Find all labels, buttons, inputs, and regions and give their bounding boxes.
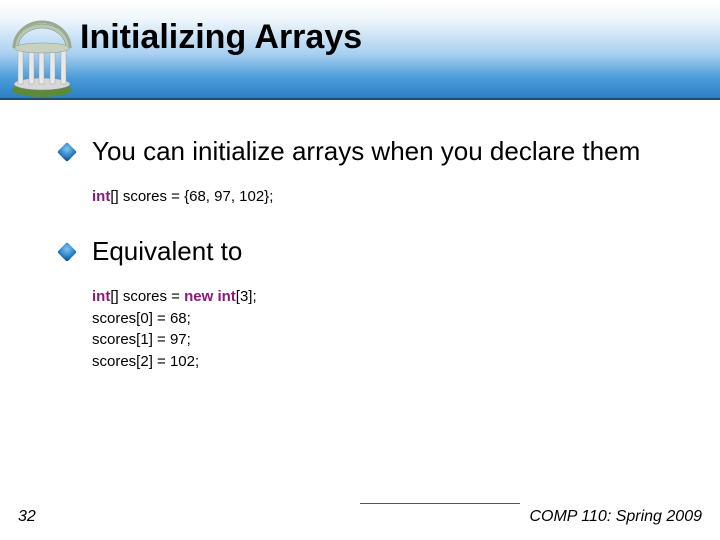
bullet-icon xyxy=(57,242,77,262)
code-line: int[] scores = {68, 97, 102}; xyxy=(92,186,680,208)
unc-logo xyxy=(8,18,76,98)
code-line: scores[1] = 97; xyxy=(92,329,680,351)
code-line: scores[2] = 102; xyxy=(92,351,680,373)
code-text: [] scores = {68, 97, 102}; xyxy=(110,188,273,205)
code-block-2: int[] scores = new int[3]; scores[0] = 6… xyxy=(92,286,680,373)
footer-divider xyxy=(360,503,520,504)
code-block-1: int[] scores = {68, 97, 102}; xyxy=(92,186,680,208)
bullet-item: You can initialize arrays when you decla… xyxy=(60,135,680,168)
keyword: int xyxy=(92,188,110,205)
code-line: scores[0] = 68; xyxy=(92,308,680,330)
bullet-item: Equivalent to xyxy=(60,235,680,268)
slide-title: Initializing Arrays xyxy=(80,18,362,57)
code-line: int[] scores = new int[3]; xyxy=(92,286,680,308)
bullet-icon xyxy=(57,142,77,162)
keyword: int xyxy=(92,288,110,305)
course-label: COMP 110: Spring 2009 xyxy=(529,508,702,526)
code-text: [3]; xyxy=(236,288,257,305)
code-text: [] scores = xyxy=(110,288,184,305)
keyword: new int xyxy=(184,288,236,305)
bullet-text: Equivalent to xyxy=(92,235,242,268)
footer: 32 COMP 110: Spring 2009 xyxy=(0,500,720,530)
bullet-text: You can initialize arrays when you decla… xyxy=(92,135,640,168)
slide-content: You can initialize arrays when you decla… xyxy=(60,135,680,401)
page-number: 32 xyxy=(18,508,36,526)
